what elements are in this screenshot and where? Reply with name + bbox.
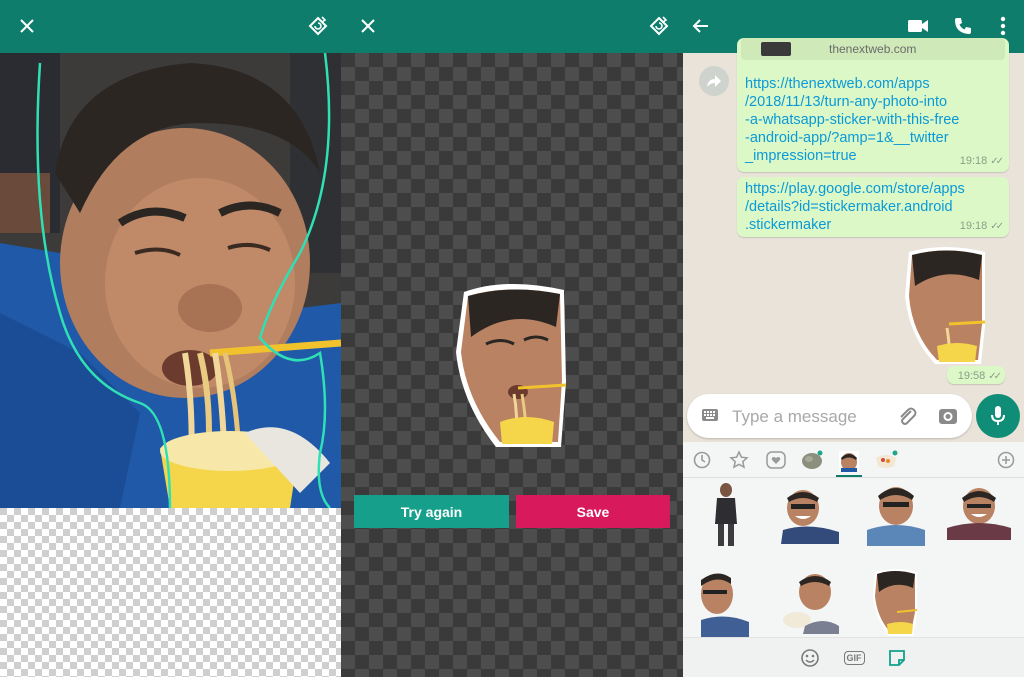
message-link-line[interactable]: https://play.google.com/store/apps: [745, 180, 965, 198]
preview-appbar: [341, 0, 683, 53]
attach-icon[interactable]: [897, 405, 917, 432]
sticker-item[interactable]: [945, 484, 1013, 540]
timestamp: 19:58: [957, 370, 986, 382]
gif-label: GIF: [843, 651, 865, 665]
message-text: https://thenextweb.com/apps /2018/11/13/…: [745, 75, 959, 165]
love-pack-icon[interactable]: [763, 448, 789, 472]
editor-appbar: [0, 0, 341, 53]
read-ticks-icon: ✓✓: [988, 370, 1002, 382]
message-link-line[interactable]: _impression=true: [745, 147, 959, 165]
timestamp: 19:18: [959, 155, 988, 167]
sticker-item[interactable]: [779, 486, 841, 544]
recent-icon[interactable]: [689, 448, 715, 472]
sticker-pack-food-icon[interactable]: [873, 448, 899, 472]
forward-icon[interactable]: [699, 66, 729, 96]
try-again-button[interactable]: Try again: [354, 495, 509, 528]
camera-icon[interactable]: [937, 405, 959, 432]
mic-icon: [991, 406, 1005, 425]
sticker-tabs: [683, 442, 1024, 478]
message-link-line[interactable]: .stickermaker: [745, 216, 965, 234]
crop-editor-panel: [0, 0, 341, 677]
message-link-line[interactable]: /details?id=stickermaker.android: [745, 198, 965, 216]
add-icon[interactable]: [993, 448, 1019, 472]
sticker-time-badge: 19:58 ✓✓: [947, 366, 1005, 384]
message-link-line[interactable]: https://thenextweb.com/apps: [745, 75, 959, 93]
link-preview[interactable]: thenextweb.com: [741, 38, 1005, 60]
message-link-line[interactable]: -android-app/?amp=1&__twitter: [745, 129, 959, 147]
arrow-back-icon[interactable]: [687, 12, 715, 40]
close-icon[interactable]: [354, 12, 382, 40]
rotate-icon[interactable]: [304, 12, 332, 40]
message-time: 19:18 ✓✓: [959, 155, 1004, 167]
message-input[interactable]: Type a message: [732, 407, 857, 427]
star-icon[interactable]: [726, 448, 752, 472]
message-link-line[interactable]: -a-whatsapp-sticker-with-this-free: [745, 111, 959, 129]
message-text: https://play.google.com/store/apps /deta…: [745, 180, 965, 234]
video-call-icon[interactable]: [904, 12, 932, 40]
sticker-icon[interactable]: [885, 646, 909, 670]
sticker-item[interactable]: [783, 570, 839, 634]
close-icon[interactable]: [13, 12, 41, 40]
timestamp: 19:18: [959, 220, 988, 232]
message-bubble[interactable]: thenextweb.com https://thenextweb.com/ap…: [737, 38, 1009, 172]
save-button[interactable]: Save: [516, 495, 670, 528]
sticker-pack-custom-icon[interactable]: [836, 447, 862, 477]
source-photo: [0, 53, 341, 508]
sticker-item[interactable]: [863, 480, 929, 546]
message-link-line[interactable]: /2018/11/13/turn-any-photo-into: [745, 93, 959, 111]
mic-button[interactable]: [976, 394, 1020, 438]
whatsapp-chat-panel: thenextweb.com https://thenextweb.com/ap…: [683, 0, 1024, 677]
message-time: 19:58 ✓✓: [957, 370, 1002, 382]
sticker-item[interactable]: [701, 568, 749, 638]
phone-icon[interactable]: [949, 12, 977, 40]
more-vert-icon[interactable]: [989, 12, 1017, 40]
read-ticks-icon: ✓✓: [990, 220, 1004, 232]
sticker-message[interactable]: [905, 246, 987, 366]
sticker-preview-panel: Try again Save: [341, 0, 683, 677]
sticker-preview-image: [456, 282, 568, 448]
message-composer: Type a message: [687, 394, 972, 438]
photo-illustration: [0, 53, 341, 508]
gif-icon[interactable]: GIF: [841, 646, 867, 670]
rotate-icon[interactable]: [645, 12, 673, 40]
preview-thumbnail: [761, 42, 791, 56]
message-bubble[interactable]: https://play.google.com/store/apps /deta…: [737, 177, 1009, 237]
read-ticks-icon: ✓✓: [990, 155, 1004, 167]
sticker-item[interactable]: [709, 482, 743, 548]
message-time: 19:18 ✓✓: [959, 220, 1004, 232]
keyboard-icon[interactable]: [701, 407, 719, 428]
sticker-item[interactable]: [873, 568, 919, 638]
emoji-gif-sticker-bar: GIF: [683, 637, 1024, 677]
emoji-icon[interactable]: [798, 646, 822, 670]
sticker-tray: GIF: [683, 442, 1024, 677]
preview-domain: thenextweb.com: [829, 42, 917, 56]
sticker-pack-rock-icon[interactable]: [799, 448, 825, 472]
